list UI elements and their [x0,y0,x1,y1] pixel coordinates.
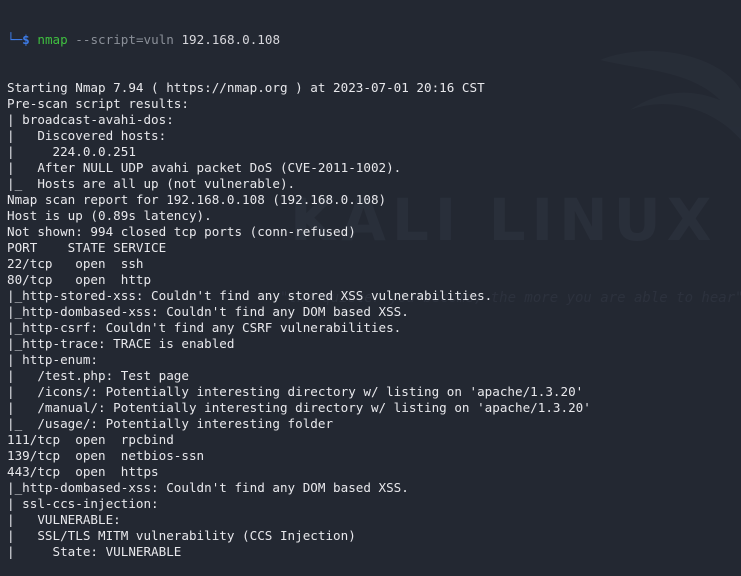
command-prompt-line: └─$ nmap --script=vuln 192.168.0.108 [7,32,741,48]
output-line: | 224.0.0.251 [7,144,136,159]
output-line: | /test.php: Test page [7,368,189,383]
prompt-corner: └─ [7,32,23,47]
output-line: |_http-csrf: Couldn't find any CSRF vuln… [7,320,402,335]
output-line: Starting Nmap 7.94 ( https://nmap.org ) … [7,80,485,95]
output-line: |_ /usage/: Potentially interesting fold… [7,416,334,431]
output-line: |_http-stored-xss: Couldn't find any sto… [7,288,493,303]
scan-output: Starting Nmap 7.94 ( https://nmap.org ) … [7,80,741,560]
output-line: | ssl-ccs-injection: [7,496,159,511]
output-line: | broadcast-avahi-dos: [7,112,174,127]
output-line: | Discovered hosts: [7,128,167,143]
terminal-output[interactable]: └─$ nmap --script=vuln 192.168.0.108 Sta… [7,0,741,559]
output-line: Not shown: 994 closed tcp ports (conn-re… [7,224,356,239]
output-line: |_http-dombased-xss: Couldn't find any D… [7,304,409,319]
output-line: | VULNERABLE: [7,512,121,527]
output-line: Host is up (0.89s latency). [7,208,212,223]
command-name: nmap [37,32,68,47]
output-line: 80/tcp open http [7,272,152,287]
output-line: |_http-trace: TRACE is enabled [7,336,235,351]
output-line: |_ Hosts are all up (not vulnerable). [7,176,296,191]
output-line: 22/tcp open ssh [7,256,144,271]
output-line: | /manual/: Potentially interesting dire… [7,400,591,415]
output-line: | SSL/TLS MITM vulnerability (CCS Inject… [7,528,356,543]
output-line: 139/tcp open netbios-ssn [7,448,205,463]
output-line: PORT STATE SERVICE [7,240,167,255]
output-line: |_http-dombased-xss: Couldn't find any D… [7,480,409,495]
output-line: | http-enum: [7,352,98,367]
output-line: Pre-scan script results: [7,96,189,111]
prompt-dollar: $ [22,32,30,47]
output-line: 443/tcp open https [7,464,159,479]
output-line: | After NULL UDP avahi packet DoS (CVE-2… [7,160,402,175]
command-flag: --script=vuln [75,32,174,47]
output-line: | /icons/: Potentially interesting direc… [7,384,584,399]
output-line: 111/tcp open rpcbind [7,432,174,447]
command-target: 192.168.0.108 [181,32,281,47]
output-line: | State: VULNERABLE [7,544,182,559]
output-line: Nmap scan report for 192.168.0.108 (192.… [7,192,387,207]
